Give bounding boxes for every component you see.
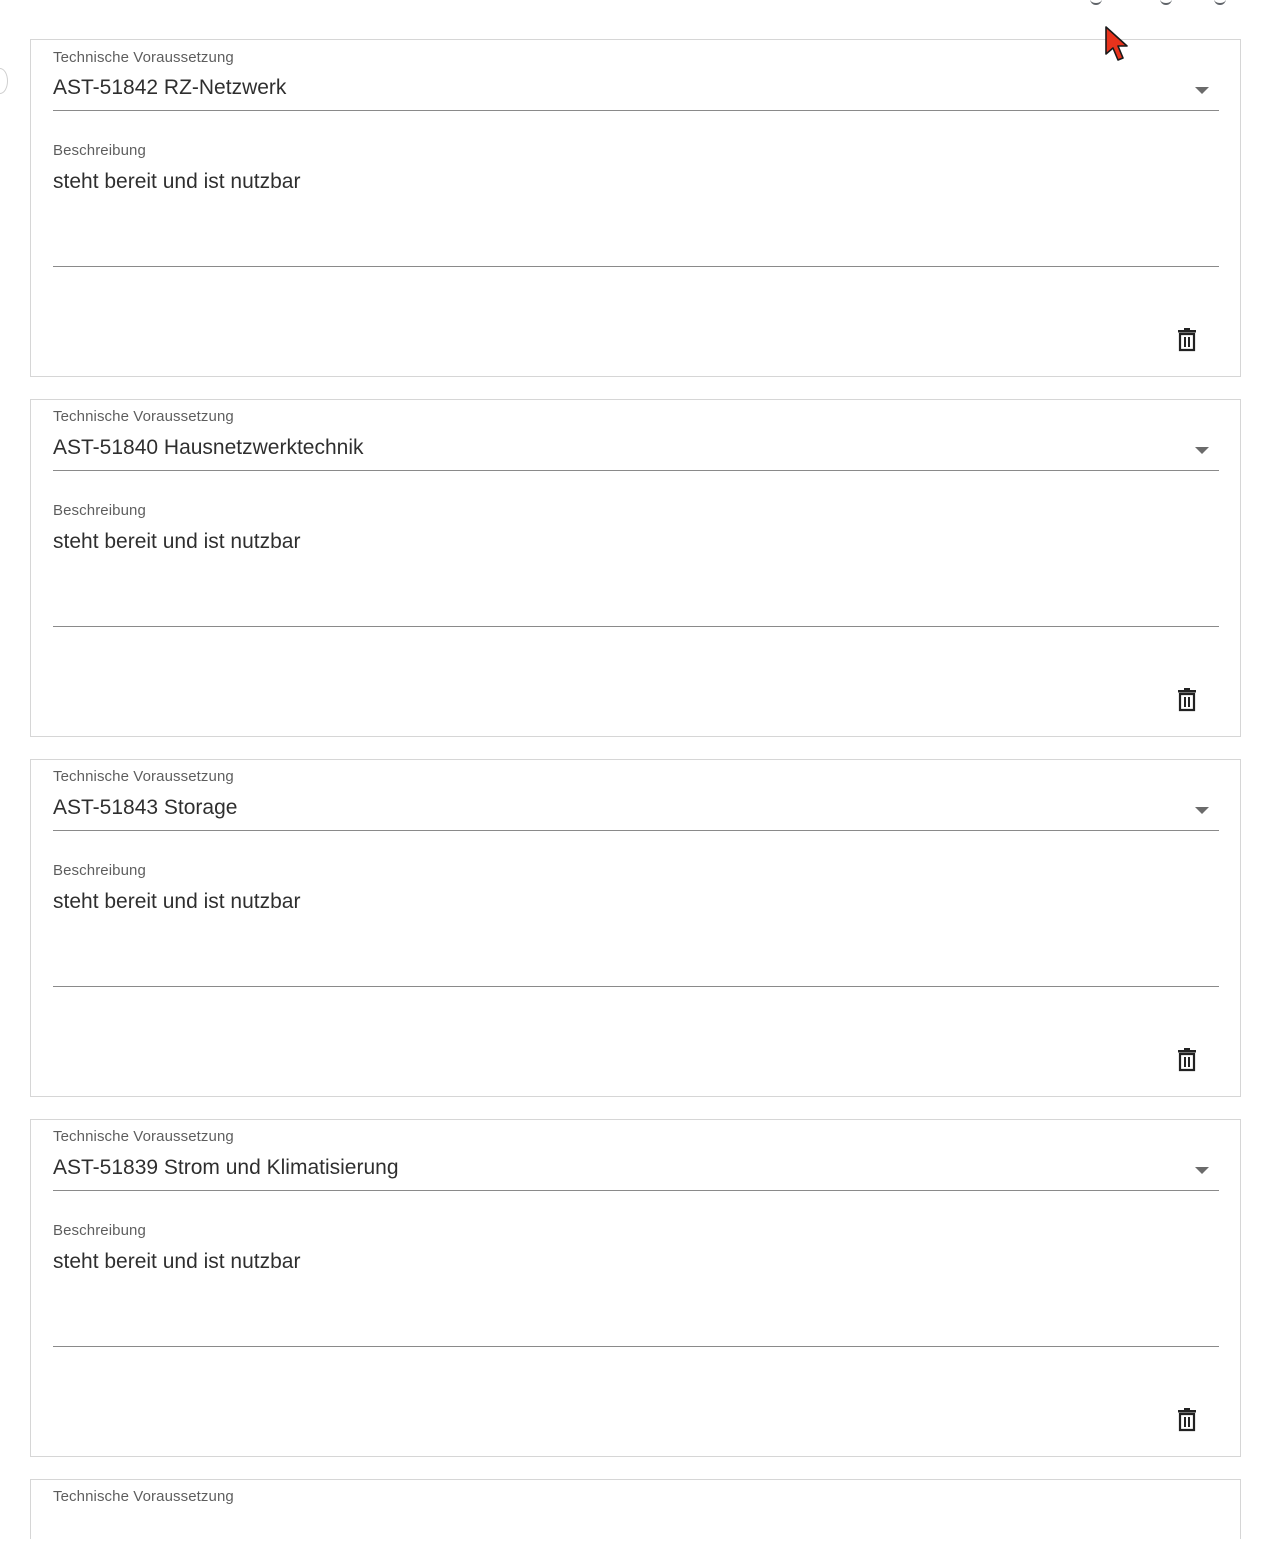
requirement-label: Technische Voraussetzung xyxy=(53,49,234,66)
requirement-card: Technische Voraussetzung xyxy=(30,1479,1241,1539)
mouse-pointer-icon xyxy=(1105,26,1128,61)
description-textarea[interactable]: steht bereit und ist nutzbar xyxy=(53,1250,1219,1347)
requirement-label: Technische Voraussetzung xyxy=(53,1488,234,1505)
trash-icon xyxy=(1178,1408,1196,1432)
delete-button[interactable] xyxy=(1167,320,1207,360)
trash-icon xyxy=(1178,1048,1196,1072)
trash-icon xyxy=(1178,328,1196,352)
caret-down-icon[interactable] xyxy=(1195,807,1209,814)
description-value: steht bereit und ist nutzbar xyxy=(53,170,301,193)
requirement-card: Technische Voraussetzung AST-51843 Stora… xyxy=(30,759,1241,1097)
trash-icon xyxy=(1178,688,1196,712)
top-toolbar-fragment xyxy=(0,0,1282,8)
side-handle[interactable] xyxy=(0,68,8,94)
requirement-value: AST-51839 Strom und Klimatisierung xyxy=(53,1156,399,1179)
toolbar-icon[interactable] xyxy=(1090,0,1102,5)
description-label: Beschreibung xyxy=(53,142,146,159)
description-label: Beschreibung xyxy=(53,862,146,879)
requirement-value: AST-51842 RZ-Netzwerk xyxy=(53,76,287,99)
description-textarea[interactable]: steht bereit und ist nutzbar xyxy=(53,170,1219,267)
caret-down-icon[interactable] xyxy=(1195,1167,1209,1174)
requirement-label: Technische Voraussetzung xyxy=(53,1128,234,1145)
requirement-card: Technische Voraussetzung AST-51839 Strom… xyxy=(30,1119,1241,1457)
description-textarea[interactable]: steht bereit und ist nutzbar xyxy=(53,530,1219,627)
requirement-card: Technische Voraussetzung AST-51840 Hausn… xyxy=(30,399,1241,737)
toolbar-icon[interactable] xyxy=(1160,0,1172,5)
requirement-value: AST-51843 Storage xyxy=(53,796,238,819)
caret-down-icon[interactable] xyxy=(1195,87,1209,94)
description-label: Beschreibung xyxy=(53,502,146,519)
delete-button[interactable] xyxy=(1167,1400,1207,1440)
description-value: steht bereit und ist nutzbar xyxy=(53,890,301,913)
delete-button[interactable] xyxy=(1167,680,1207,720)
requirement-value: AST-51840 Hausnetzwerktechnik xyxy=(53,436,364,459)
requirement-select[interactable]: AST-51842 RZ-Netzwerk xyxy=(53,74,1219,111)
requirement-card: Technische Voraussetzung AST-51842 RZ-Ne… xyxy=(30,39,1241,377)
description-label: Beschreibung xyxy=(53,1222,146,1239)
description-value: steht bereit und ist nutzbar xyxy=(53,530,301,553)
description-value: steht bereit und ist nutzbar xyxy=(53,1250,301,1273)
requirement-label: Technische Voraussetzung xyxy=(53,408,234,425)
requirement-select[interactable]: AST-51843 Storage xyxy=(53,794,1219,831)
caret-down-icon[interactable] xyxy=(1195,447,1209,454)
requirement-select[interactable]: AST-51840 Hausnetzwerktechnik xyxy=(53,434,1219,471)
delete-button[interactable] xyxy=(1167,1040,1207,1080)
toolbar-icon[interactable] xyxy=(1214,0,1226,5)
description-textarea[interactable]: steht bereit und ist nutzbar xyxy=(53,890,1219,987)
requirement-select[interactable]: AST-51839 Strom und Klimatisierung xyxy=(53,1154,1219,1191)
requirement-label: Technische Voraussetzung xyxy=(53,768,234,785)
requirements-list: Technische Voraussetzung AST-51842 RZ-Ne… xyxy=(30,39,1241,1561)
